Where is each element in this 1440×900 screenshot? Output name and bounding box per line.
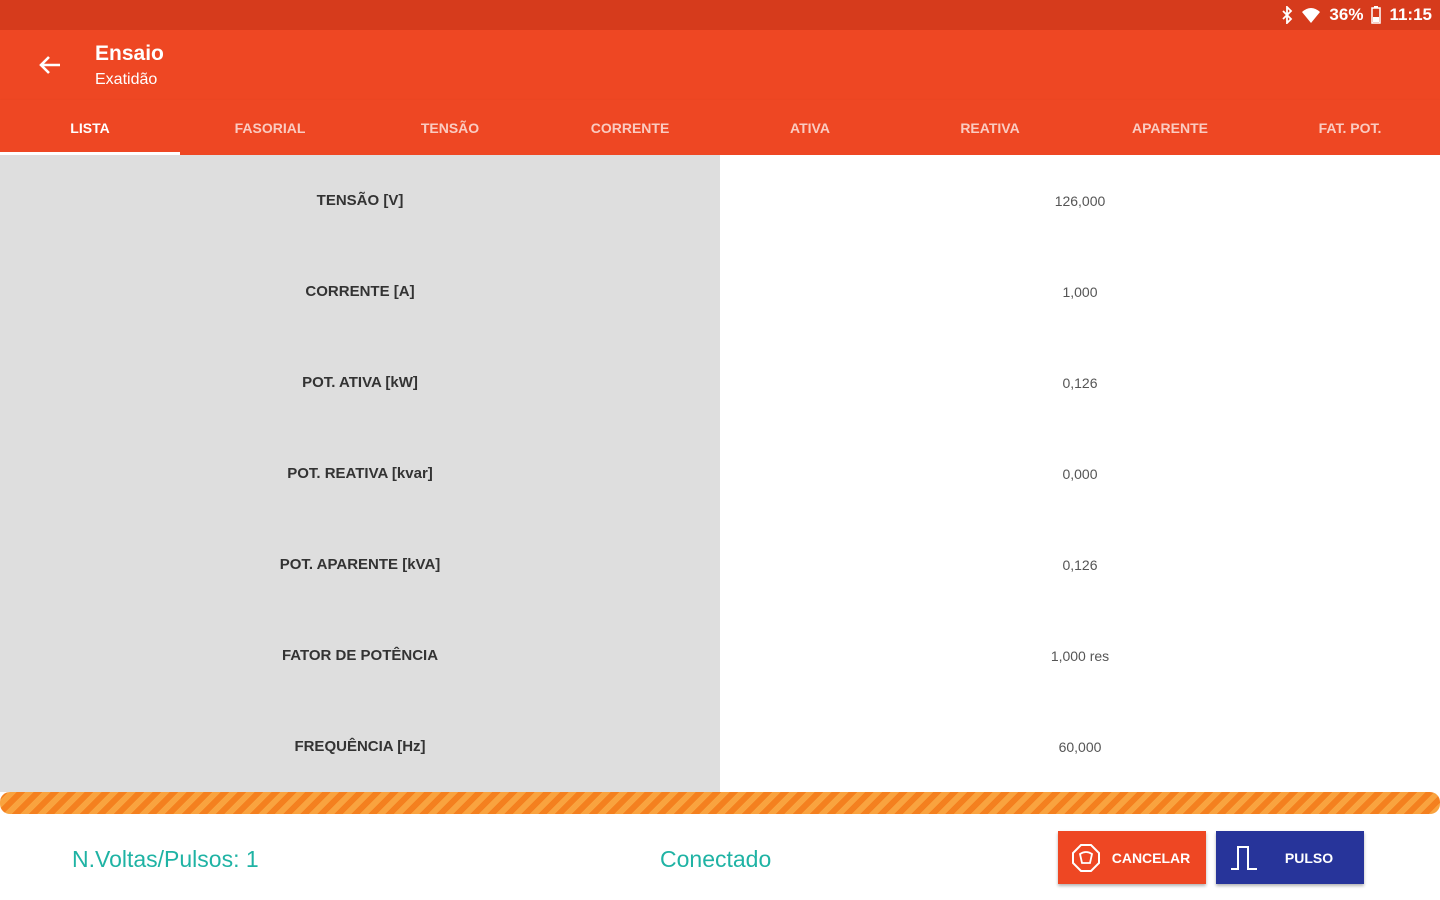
footer-bar: N.Voltas/Pulsos: 1 Conectado CANCELAR PU…	[0, 814, 1440, 900]
row-label-pot-aparente: POT. APARENTE [kVA]	[279, 556, 441, 573]
page-title: Ensaio	[95, 42, 164, 65]
row-value-corrente: 1,000	[1062, 283, 1098, 300]
tab-aparente[interactable]: APARENTE	[1080, 100, 1260, 155]
progress-bar	[0, 792, 1440, 814]
row-label-corrente: CORRENTE [A]	[305, 283, 415, 300]
tab-fasorial[interactable]: FASORIAL	[180, 100, 360, 155]
pulse-wave-icon	[1222, 831, 1266, 884]
stop-icon	[1064, 831, 1108, 884]
row-value-frequencia: 60,000	[1058, 738, 1102, 755]
wifi-icon	[1301, 6, 1321, 24]
row-label-fator-potencia: FATOR DE POTÊNCIA	[281, 647, 439, 664]
battery-icon	[1371, 6, 1382, 24]
tab-fat-pot[interactable]: FAT. POT.	[1260, 100, 1440, 155]
row-value-pot-reativa: 0,000	[1062, 465, 1098, 482]
pulse-button[interactable]: PULSO	[1216, 831, 1364, 884]
row-label-frequencia: FREQUÊNCIA [Hz]	[294, 738, 426, 755]
cancel-label: CANCELAR	[1111, 849, 1191, 866]
arrow-left-icon	[39, 56, 60, 74]
battery-percent: 36%	[1329, 5, 1364, 24]
page-subtitle: Exatidão	[95, 71, 158, 88]
row-value-fator-potencia: 1,000 res	[1050, 647, 1110, 664]
tab-tensao[interactable]: TENSÃO	[360, 100, 540, 155]
row-value-pot-aparente: 0,126	[1062, 556, 1098, 573]
tab-ativa[interactable]: ATIVA	[720, 100, 900, 155]
value-column: 126,000 1,000 0,126 0,000 0,126 1,000 re…	[720, 155, 1440, 792]
status-icons: 36% 11:15	[1281, 4, 1432, 26]
tab-corrente[interactable]: CORRENTE	[540, 100, 720, 155]
clock: 11:15	[1389, 5, 1432, 24]
pulse-label: PULSO	[1284, 849, 1334, 866]
back-button[interactable]	[30, 48, 70, 82]
row-value-tensao: 126,000	[1054, 192, 1106, 209]
label-column: TENSÃO [V] CORRENTE [A] POT. ATIVA [kW] …	[0, 155, 720, 792]
row-label-pot-ativa: POT. ATIVA [kW]	[302, 374, 418, 391]
app-bar: Ensaio Exatidão	[0, 30, 1440, 100]
tab-reativa[interactable]: REATIVA	[900, 100, 1080, 155]
row-value-pot-ativa: 0,126	[1062, 374, 1098, 391]
tab-bar: LISTA FASORIAL TENSÃO CORRENTE ATIVA REA…	[0, 100, 1440, 155]
cancel-button[interactable]: CANCELAR	[1058, 831, 1206, 884]
tab-lista[interactable]: LISTA	[0, 100, 180, 155]
status-bar: 36% 11:15	[0, 0, 1440, 30]
connection-status: Conectado	[660, 846, 772, 872]
row-label-pot-reativa: POT. REATIVA [kvar]	[287, 465, 433, 482]
row-label-tensao: TENSÃO [V]	[316, 192, 404, 209]
pulses-counter: N.Voltas/Pulsos: 1	[72, 846, 259, 872]
bluetooth-icon	[1281, 6, 1293, 24]
measurements-table: TENSÃO [V] CORRENTE [A] POT. ATIVA [kW] …	[0, 155, 1440, 792]
